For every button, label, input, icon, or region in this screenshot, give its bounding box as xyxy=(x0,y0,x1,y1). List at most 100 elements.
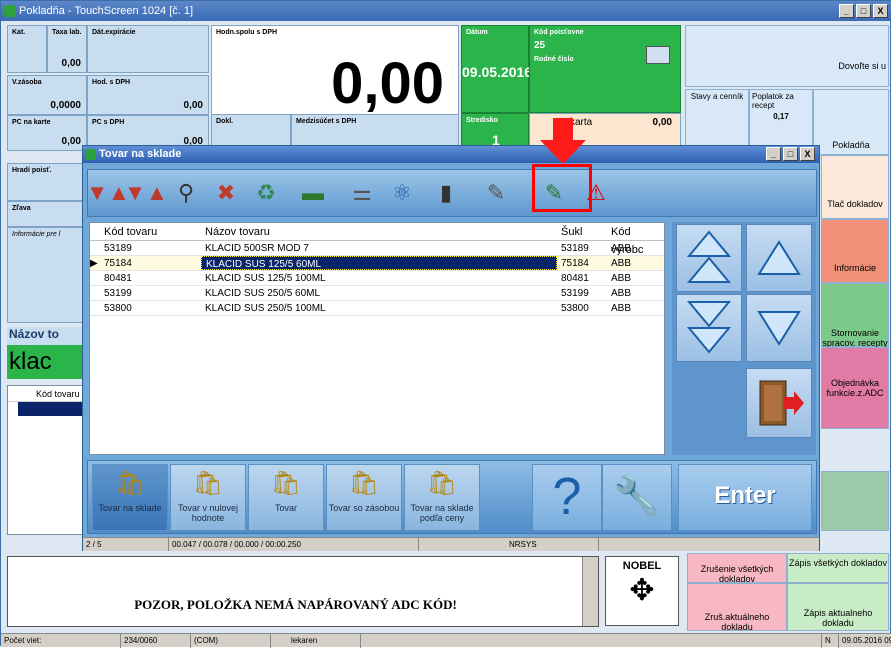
informacie-button[interactable]: Informácie xyxy=(821,219,889,283)
col-kod[interactable]: Kód tovaru xyxy=(100,223,201,240)
hradi-cell: Hradí poisť. xyxy=(7,163,83,201)
green-action-button[interactable] xyxy=(821,471,889,531)
row-down-button[interactable] xyxy=(746,294,812,362)
navigation-pad xyxy=(672,222,816,455)
row-up-button[interactable] xyxy=(746,224,812,292)
message-box: POZOR, POLOŽKA NEMÁ NAPÁROVANÝ ADC KÓD! xyxy=(7,556,599,627)
date-cell: Dátum 09.05.2016 xyxy=(461,25,532,113)
window-title: Pokladňa - TouchScreen 1024 [č. 1] xyxy=(19,5,194,17)
wrench-icon: 🔧 xyxy=(613,476,661,518)
window-controls: _ □ X xyxy=(839,4,888,18)
pokladna-button[interactable]: Pokladňa xyxy=(813,89,889,155)
search-field[interactable]: klac xyxy=(7,345,83,379)
objednavka-button[interactable]: Objednávka funkcie.z.ADC xyxy=(821,347,889,429)
kat-cell: Kat. xyxy=(7,25,47,73)
tovar-na-sklade-button[interactable]: 🛍 Tovar na sklade xyxy=(92,464,168,531)
insurance-cell: Kód poisťovne 25 Rodné číslo xyxy=(529,25,681,113)
bag-price-icon: 🛍 xyxy=(426,470,458,497)
dialog-maximize-button[interactable]: □ xyxy=(783,147,798,161)
filter-icon[interactable]: ▼▲ xyxy=(124,174,168,212)
table-row[interactable]: 53800 KLACID SUS 250/5 100ML 53800 ABB xyxy=(90,301,664,316)
bag-zero-icon: 🛍 xyxy=(192,470,224,497)
zrusenie-button[interactable]: Zrušenie všetkých dokladov xyxy=(687,553,787,584)
left-grid[interactable]: Kód tovaru xyxy=(7,385,83,535)
sort-icon[interactable]: ▼▲ xyxy=(86,174,130,212)
hod-dph-cell: Hod. s DPH 0,00 xyxy=(87,75,209,115)
cennik-button[interactable]: Stavy a cenník xyxy=(685,89,749,147)
table-row-selected[interactable]: ▶ 75184 KLACID SUS 125/5 60ML 75184 ABB xyxy=(90,256,664,271)
landscape-icon[interactable]: ▬ xyxy=(288,174,338,212)
remove-filter-icon[interactable]: ✖ xyxy=(208,174,244,212)
zlava-cell: Zľava xyxy=(7,201,83,227)
table-row[interactable]: 53189 KLACID 500SR MOD 7 53189 ABB xyxy=(90,241,664,256)
minimize-button[interactable]: _ xyxy=(839,4,854,18)
red-arrow-icon xyxy=(540,118,586,164)
exit-button[interactable] xyxy=(746,368,812,438)
enter-button[interactable]: Enter xyxy=(678,464,812,531)
col-nazov[interactable]: Názov tovaru xyxy=(201,223,557,240)
products-grid[interactable]: Kód tovaru Názov tovaru Šukl Kód výrobc … xyxy=(89,222,665,455)
total-value: 0,00 xyxy=(331,51,444,116)
tovar-dialog: Tovar na sklade _ □ X ▼▲ ▼▲ ⚲ ✖ ♻ ▬ ⚌ ⚛ … xyxy=(82,145,820,551)
recycle-icon[interactable]: ♻ xyxy=(248,174,284,212)
dovolte-banner: Dovoľte si u xyxy=(685,25,889,87)
bottom-toolbar: 🛍 Tovar na sklade 🛍 Tovar v nulovej hodn… xyxy=(87,460,817,534)
zrus-aktualneho-button[interactable]: Zruš.aktuálneho dokladu xyxy=(687,583,787,632)
expiration-cell: Dát.expirácie xyxy=(87,25,209,73)
barcode-scanner-icon[interactable]: ▮ xyxy=(428,174,464,212)
message-text: POZOR, POLOŽKA NEMÁ NAPÁROVANÝ ADC KÓD! xyxy=(134,597,457,612)
col-sukl[interactable]: Šukl xyxy=(557,223,607,240)
molecule-icon[interactable]: ⚛ xyxy=(384,174,420,212)
move-arrows-icon: ✥ xyxy=(629,574,655,607)
dialog-controls: _ □ X xyxy=(766,147,815,161)
down-arrow-icon xyxy=(757,311,801,346)
tovar-zasoba-button[interactable]: 🛍 Tovar so zásobou xyxy=(326,464,402,531)
close-button[interactable]: X xyxy=(873,4,888,18)
double-up-arrow-icon xyxy=(687,230,731,283)
col-vyrobca[interactable]: Kód výrobc xyxy=(607,223,662,256)
stornovanie-button[interactable]: Stornovanie spracov. recepty xyxy=(821,283,889,348)
edit-icon[interactable]: ✎ xyxy=(478,174,514,212)
dialog-icon xyxy=(85,149,96,160)
help-button[interactable]: ? xyxy=(532,464,602,531)
bag-icon: 🛍 xyxy=(114,470,146,497)
table-row[interactable]: 53199 KLACID SUS 250/5 60ML 53199 ABB xyxy=(90,286,664,301)
taxa-cell: Taxa lab. 0,00 xyxy=(47,25,87,73)
nazov-label: Názov to xyxy=(7,327,83,345)
capsule-icon[interactable]: ⚌ xyxy=(344,174,380,212)
page-down-button[interactable] xyxy=(676,294,742,362)
title-bar: Pokladňa - TouchScreen 1024 [č. 1] _ □ X xyxy=(1,1,891,21)
zapis-vsetkych-button[interactable]: Zápis všetkých dokladov xyxy=(787,553,889,583)
dialog-toolbar: ▼▲ ▼▲ ⚲ ✖ ♻ ▬ ⚌ ⚛ ▮ ✎ ✎ ⚠ xyxy=(86,169,817,217)
question-icon: ? xyxy=(552,468,582,526)
message-scrollbar[interactable] xyxy=(582,557,598,626)
tovar-button[interactable]: 🛍 Tovar xyxy=(248,464,324,531)
dialog-title: Tovar na sklade xyxy=(99,148,182,160)
bag-stock-icon: 🛍 xyxy=(348,470,380,497)
card-reader-icon[interactable] xyxy=(646,46,670,64)
table-row[interactable]: 80481 KLACID SUS 125/5 100ML 80481 ABB xyxy=(90,271,664,286)
app-icon xyxy=(4,5,16,17)
up-arrow-icon xyxy=(757,240,801,275)
nobel-button[interactable]: NOBEL ✥ xyxy=(605,556,679,626)
page-up-button[interactable] xyxy=(676,224,742,292)
tlac-button[interactable]: Tlač dokladov xyxy=(821,155,889,219)
vzasoba-cell: V.zásoba 0,0000 xyxy=(7,75,87,115)
pc-karte-cell: PC na karte 0,00 xyxy=(7,115,87,151)
highlight-box xyxy=(532,164,592,212)
left-grid-header: Kód tovaru xyxy=(8,386,82,402)
informacie-cell: Informácie pre l xyxy=(7,227,83,323)
poplatok-button[interactable]: Poplatok za recept 0,17 xyxy=(749,89,813,147)
dialog-title-bar: Tovar na sklade _ □ X xyxy=(83,146,819,163)
dialog-close-button[interactable]: X xyxy=(800,147,815,161)
bag-icon: 🛍 xyxy=(270,470,302,497)
tovar-nulova-button[interactable]: 🛍 Tovar v nulovej hodnote xyxy=(170,464,246,531)
double-down-arrow-icon xyxy=(687,301,731,354)
magnifier-icon[interactable]: ⚲ xyxy=(168,174,204,212)
left-grid-row[interactable] xyxy=(18,402,82,416)
zapis-aktualneho-button[interactable]: Zápis aktualneho dokladu xyxy=(787,583,889,631)
settings-button[interactable]: 🔧 xyxy=(602,464,672,531)
maximize-button[interactable]: □ xyxy=(856,4,871,18)
dialog-minimize-button[interactable]: _ xyxy=(766,147,781,161)
tovar-podla-ceny-button[interactable]: 🛍 Tovar na sklade podľa ceny xyxy=(404,464,480,531)
